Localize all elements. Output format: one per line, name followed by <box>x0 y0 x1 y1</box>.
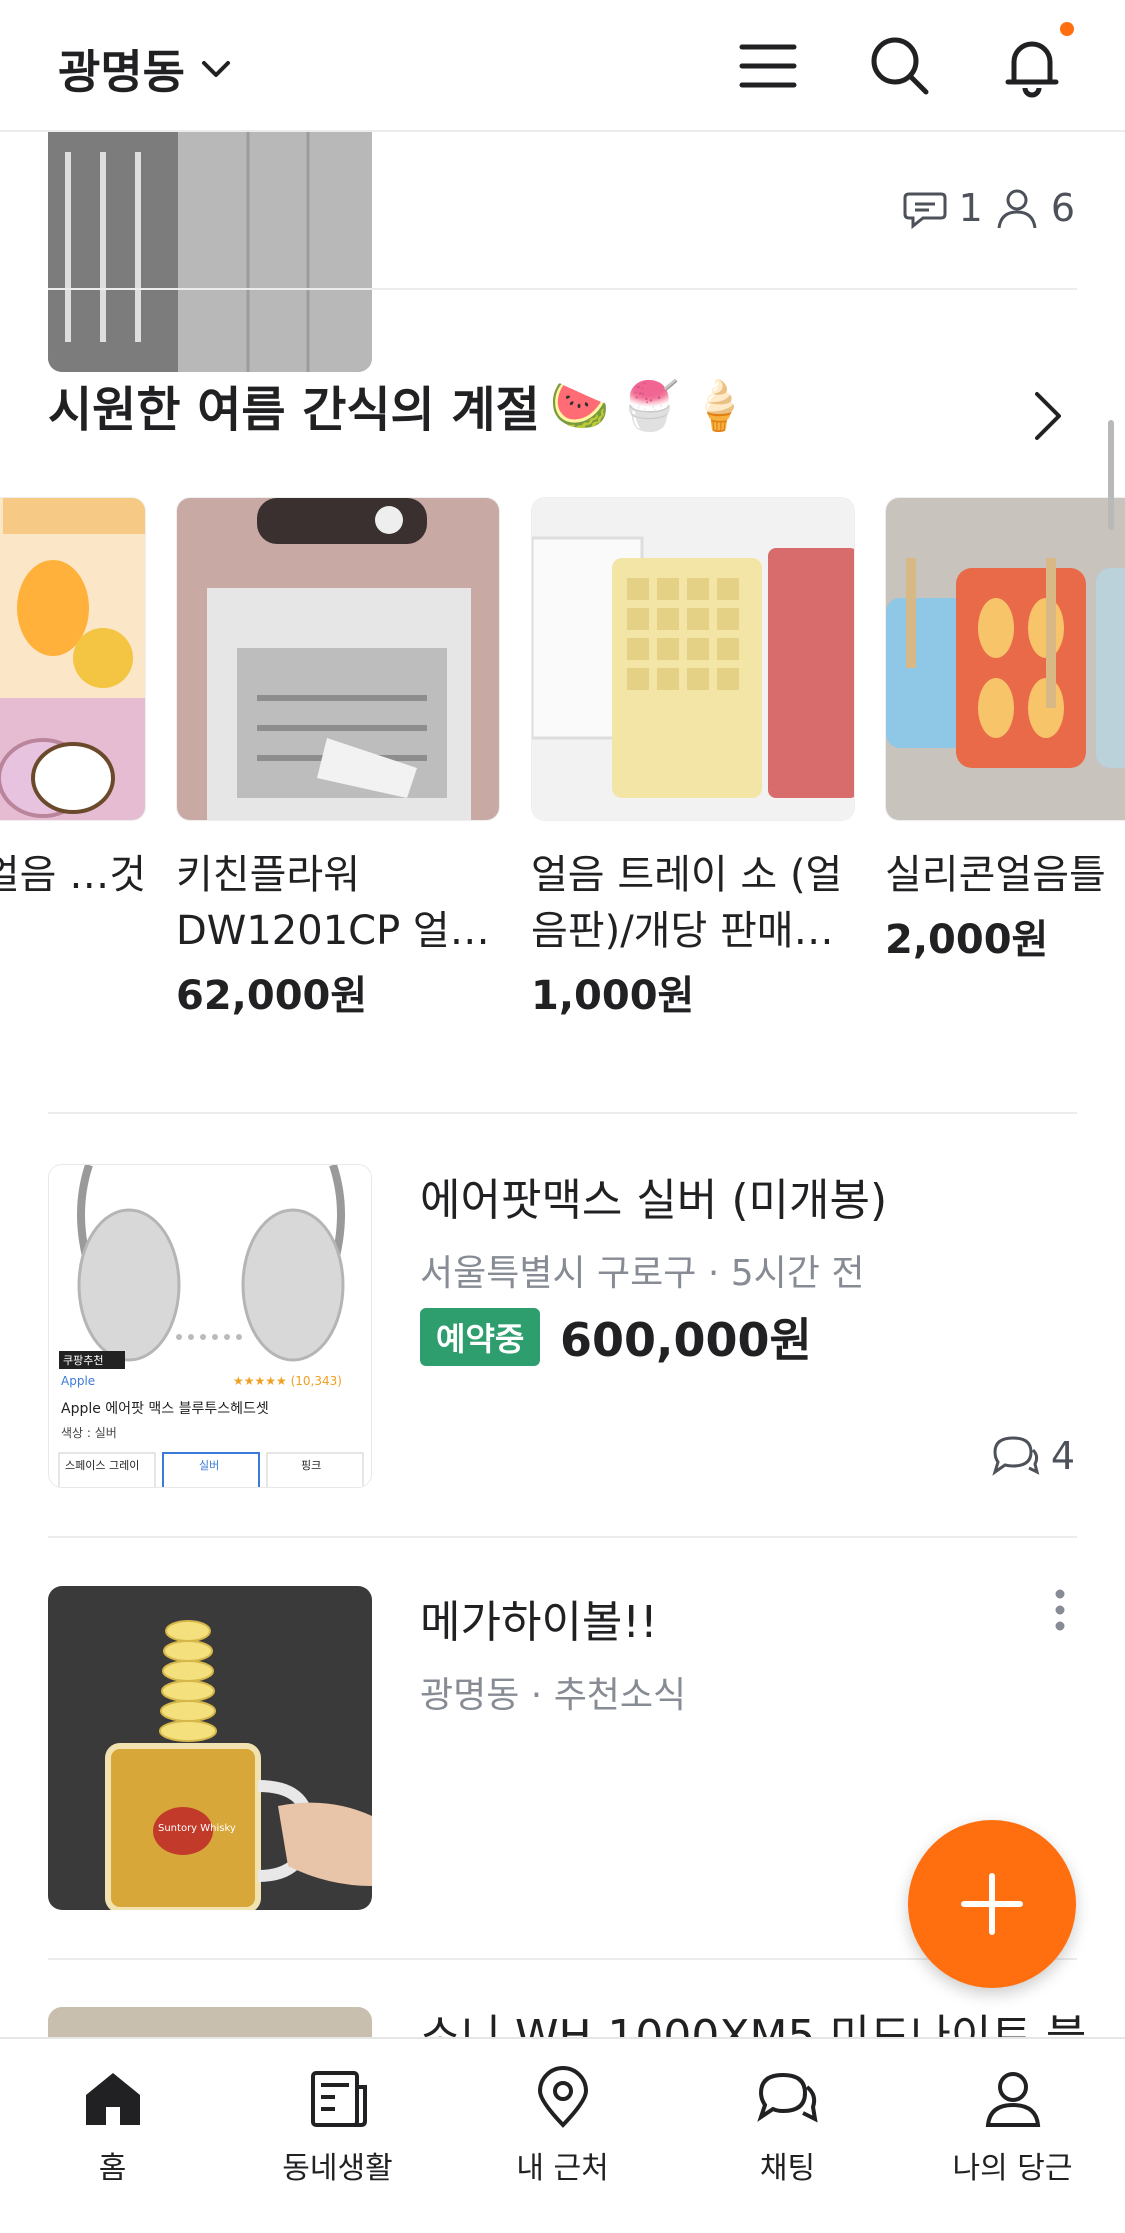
comment-icon <box>903 192 947 230</box>
chevron-down-icon <box>201 61 230 77</box>
nav-label: 내 근처 <box>516 2151 609 2186</box>
location-selector[interactable]: 광명동 <box>58 36 233 102</box>
item-price: 600,000원 <box>560 1313 812 1367</box>
thumb-name: Apple 에어팟 맥스 블루투스헤드셋 <box>61 1401 269 1417</box>
ice-cream-emoji: 🍦 <box>689 377 750 434</box>
divider <box>48 288 1077 290</box>
item-title[interactable]: 메가하이볼!! <box>420 1586 658 1650</box>
thumb-brand: Apple <box>61 1374 95 1388</box>
card-title: …림 틀 얼음 …것 <box>0 852 146 898</box>
card-thumbnail <box>176 497 500 821</box>
card-title: 실리콘얼음틀 <box>885 852 1106 898</box>
card-price: 1,000원 <box>531 973 695 1019</box>
card-title: 얼음 트레이 소 (얼음판)/개당 판매… <box>531 852 843 954</box>
nav-label: 나의 당근 <box>952 2151 1073 2186</box>
nav-home[interactable]: 홈 <box>0 2039 225 2233</box>
card-thumbnail <box>0 497 146 821</box>
location-label: 광명동 <box>58 45 185 99</box>
user-count: 6 <box>1050 186 1075 230</box>
item-counts: 1 6 <box>901 184 1075 232</box>
nav-label: 채팅 <box>759 2151 816 2186</box>
carousel-card[interactable]: …림 틀 얼음 …것 <box>0 497 146 959</box>
thumb-option: 핑크 <box>301 1459 321 1472</box>
item-meta: 서울특별시 구로구 · 5시간 전 <box>420 1253 865 1294</box>
nav-label: 홈 <box>98 2151 127 2186</box>
nav-neighborhood[interactable]: 동네생활 <box>225 2039 450 2233</box>
thumb-tag: 쿠팡추천 <box>63 1353 103 1367</box>
thumb-color: 색상 : 실버 <box>61 1426 117 1440</box>
comment-count: 1 <box>958 186 983 230</box>
item-meta: 광명동 · 추천소식 <box>420 1675 687 1716</box>
section-carousel[interactable]: …림 틀 얼음 …것 키친플라워 DW1201CP 얼… 62,000원 <box>0 497 1125 1019</box>
card-thumbnail <box>531 497 855 821</box>
divider <box>48 1536 1077 1538</box>
more-options-icon[interactable] <box>1045 1584 1075 1644</box>
item-thumbnail[interactable]: Suntory Whisky <box>48 1586 372 1910</box>
watermelon-emoji: 🍉 <box>549 377 610 434</box>
person-icon <box>997 189 1037 229</box>
search-icon[interactable] <box>864 30 936 102</box>
shaved-ice-emoji: 🍧 <box>619 377 680 434</box>
card-price: 62,000원 <box>176 973 368 1019</box>
location-pin-icon <box>537 2066 588 2128</box>
carousel-card[interactable]: 얼음 트레이 소 (얼음판)/개당 판매… 1,000원 <box>531 497 855 1021</box>
bell-icon[interactable] <box>996 30 1068 102</box>
card-title: 키친플라워 DW1201CP 얼… <box>176 852 490 954</box>
chat-count: 4 <box>989 1432 1075 1480</box>
top-header: 광명동 <box>0 0 1125 132</box>
thumb-option: 스페이스 그레이 <box>65 1459 139 1472</box>
reserved-badge: 예약중 <box>420 1308 541 1366</box>
item-thumbnail[interactable] <box>48 132 372 372</box>
bottom-navigation: 홈 동네생활 내 근처 채팅 나의 당근 <box>0 2037 1125 2233</box>
item-thumbnail[interactable]: 쿠팡추천 Apple ★★★★★ (10,343) Apple 에어팟 맥스 블… <box>48 1164 372 1488</box>
carousel-card[interactable]: 실리콘얼음틀 2,000원 <box>885 497 1125 965</box>
chat-icon <box>992 1436 1040 1476</box>
card-thumbnail <box>885 497 1125 821</box>
thumb-rating: ★★★★★ (10,343) <box>233 1374 342 1388</box>
divider <box>48 1112 1077 1114</box>
person-icon <box>985 2072 1040 2127</box>
write-post-button[interactable] <box>908 1820 1076 1988</box>
nav-nearby[interactable]: 내 근처 <box>450 2039 675 2233</box>
nav-label: 동네생활 <box>282 2151 393 2186</box>
home-icon <box>85 2073 140 2125</box>
chevron-right-icon[interactable] <box>1025 386 1069 446</box>
notification-dot <box>1060 22 1074 36</box>
section-title[interactable]: 시원한 여름 간식의 계절 🍉 🍧 🍦 <box>48 370 749 440</box>
plus-icon <box>961 1873 1023 1935</box>
card-price: 2,000원 <box>885 917 1049 963</box>
nav-chat[interactable]: 채팅 <box>675 2039 900 2233</box>
item-thumbnail[interactable] <box>48 2007 372 2037</box>
feed: 1 6 시원한 여름 간식의 계절 🍉 🍧 🍦 얼음 …것 키친플라워 DW12… <box>0 132 1125 2037</box>
thumb-option: 실버 <box>199 1459 219 1472</box>
carousel-card[interactable]: 키친플라워 DW1201CP 얼… 62,000원 <box>176 497 500 1021</box>
chat-icon <box>756 2072 818 2123</box>
item-title[interactable]: 에어팟맥스 실버 (미개봉) <box>420 1164 887 1228</box>
item-title[interactable]: 소니 WH-1000XM5 미드나이트 블 <box>420 2000 1086 2037</box>
thumb-logo: Suntory Whisky <box>158 1823 236 1834</box>
divider <box>48 1958 1077 1960</box>
menu-icon[interactable] <box>732 30 804 102</box>
nav-my-carrot[interactable]: 나의 당근 <box>900 2039 1125 2233</box>
newspaper-icon <box>310 2071 367 2127</box>
scrollbar[interactable] <box>1108 420 1114 530</box>
